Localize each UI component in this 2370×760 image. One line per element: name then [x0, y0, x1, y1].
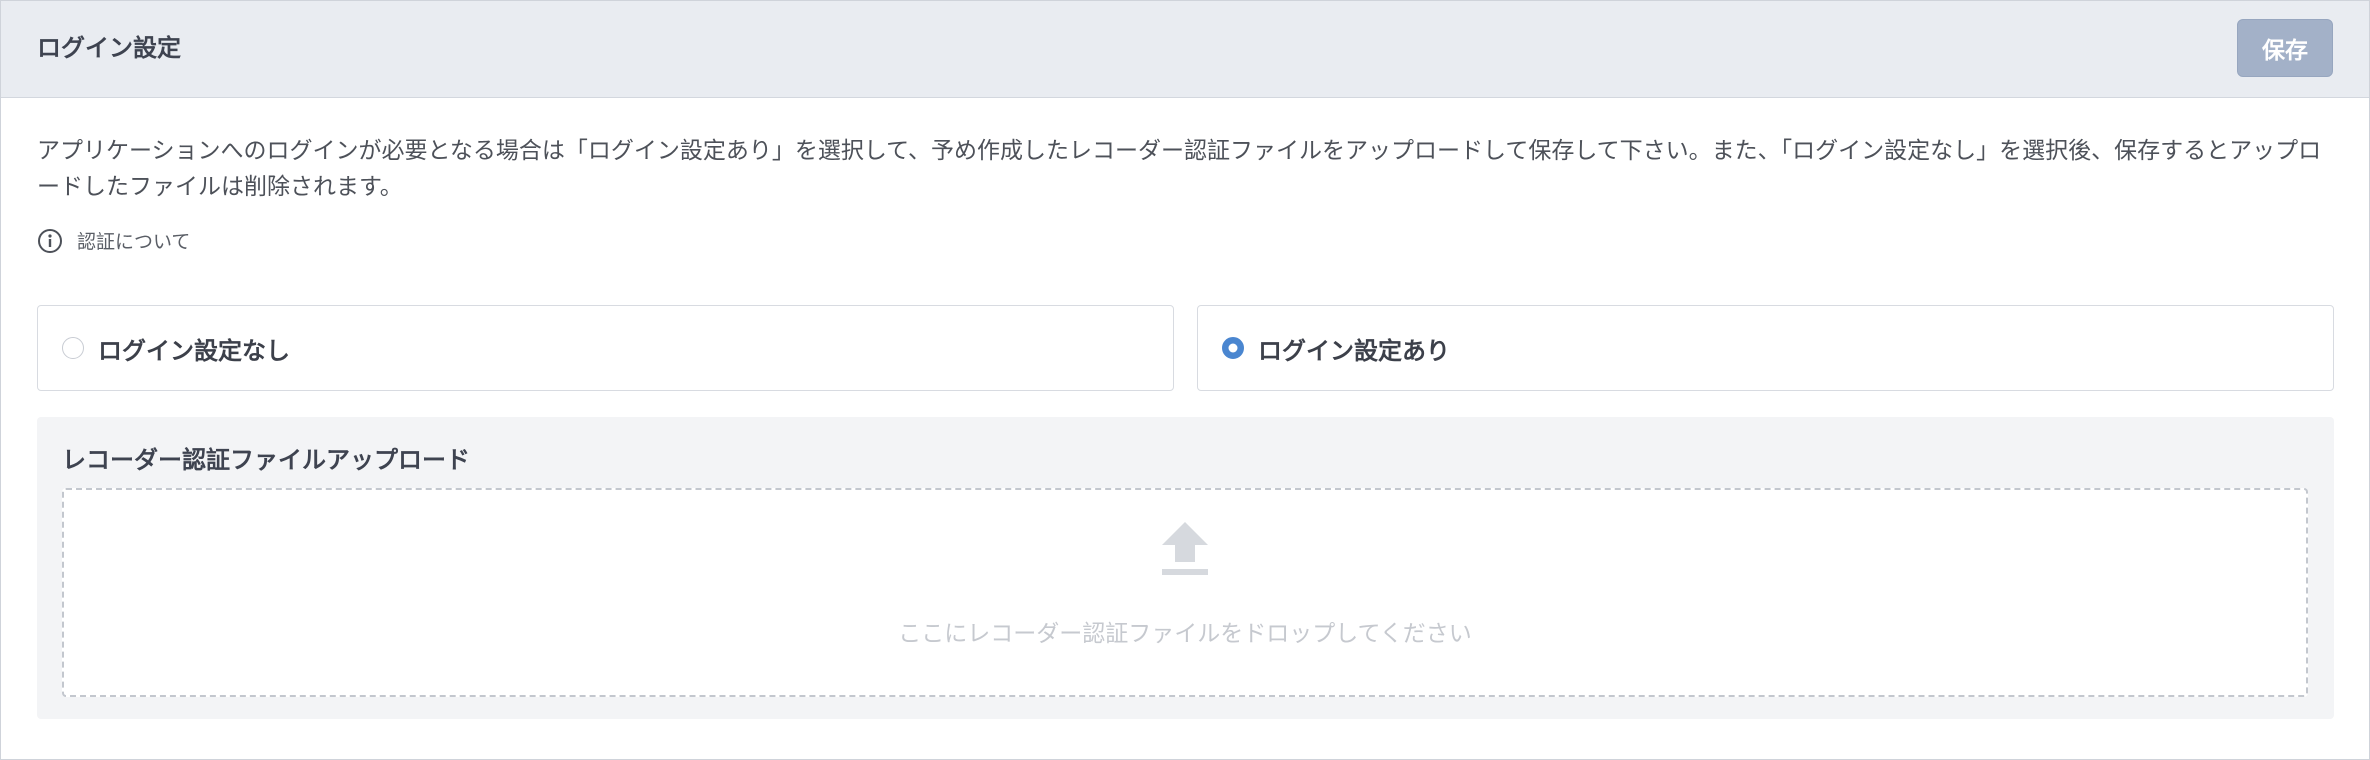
option-login-off[interactable]: ログイン設定なし	[37, 305, 1174, 391]
description-text: アプリケーションへのログインが必要となる場合は「ログイン設定あり」を選択して、予…	[37, 138, 2322, 200]
upload-section: レコーダー認証ファイルアップロード ここにレコーダー認証ファイルをドロップしてく…	[37, 417, 2334, 719]
login-settings-panel: ログイン設定 保存 アプリケーションへのログインが必要となる場合は「ログイン設定…	[0, 0, 2370, 760]
upload-icon	[1162, 522, 1208, 576]
auth-info-label: 認証について	[77, 231, 191, 253]
panel-header: ログイン設定 保存	[1, 1, 2369, 98]
radio-login-off[interactable]	[62, 337, 84, 359]
upload-section-title: レコーダー認証ファイルアップロード	[62, 446, 470, 474]
dropzone-text: ここにレコーダー認証ファイルをドロップしてください	[898, 621, 1472, 647]
radio-login-on[interactable]	[1222, 337, 1244, 359]
option-login-on-label: ログイン設定あり	[1258, 336, 1450, 365]
info-icon	[37, 228, 63, 254]
option-login-on[interactable]: ログイン設定あり	[1197, 305, 2334, 391]
save-button[interactable]: 保存	[2237, 19, 2333, 77]
file-dropzone[interactable]: ここにレコーダー認証ファイルをドロップしてください	[62, 488, 2308, 697]
auth-info-link[interactable]: 認証について	[37, 227, 190, 254]
option-login-off-label: ログイン設定なし	[98, 336, 290, 365]
page-title: ログイン設定	[37, 34, 181, 62]
